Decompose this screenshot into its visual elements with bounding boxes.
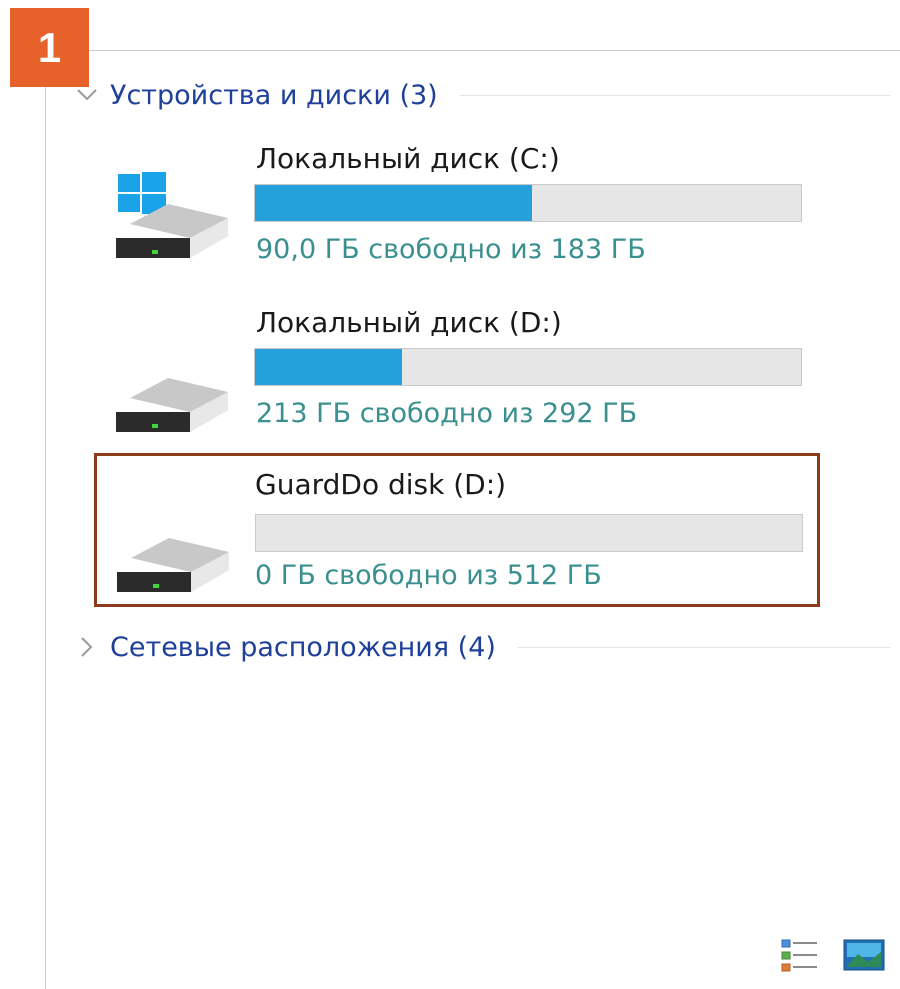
drive-item-d[interactable]: Локальный диск (D:) 213 ГБ свободно из 2…: [100, 302, 814, 452]
drive-usage-fill: [255, 185, 533, 221]
drive-free-space: 0 ГБ свободно из 512 ГБ: [255, 560, 602, 591]
group-header-network[interactable]: Сетевые расположения (4): [72, 627, 890, 667]
chevron-down-icon[interactable]: [72, 80, 102, 110]
drive-free-space: 90,0 ГБ свободно из 183 ГБ: [256, 234, 646, 265]
group-divider: [517, 646, 890, 648]
drive-item-c[interactable]: Локальный диск (C:) 90,0 ГБ свободно из …: [100, 138, 814, 288]
chevron-right-icon[interactable]: [72, 632, 102, 662]
group-divider: [459, 94, 890, 96]
drive-name: Локальный диск (D:): [256, 306, 562, 339]
drive-name: GuardDo disk (D:): [255, 468, 507, 501]
hard-drive-icon: [117, 538, 229, 592]
drive-item-guarddo[interactable]: GuardDo disk (D:) 0 ГБ свободно из 512 Г…: [94, 453, 820, 607]
windows-system-drive-icon: [116, 172, 228, 258]
drive-free-space: 213 ГБ свободно из 292 ГБ: [256, 398, 638, 429]
window-top-border: [45, 50, 900, 51]
drive-name: Локальный диск (C:): [256, 142, 560, 175]
drive-usage-fill: [255, 349, 403, 385]
hard-drive-icon: [116, 378, 228, 432]
details-view-icon[interactable]: [778, 936, 822, 976]
drive-usage-bar: [254, 184, 802, 222]
drive-usage-bar: [254, 348, 802, 386]
group-title-network: Сетевые расположения (4): [110, 631, 496, 663]
tiles-view-icon[interactable]: [842, 936, 886, 976]
group-title-devices: Устройства и диски (3): [110, 79, 438, 111]
drive-usage-bar: [255, 514, 803, 552]
window-left-border: [45, 50, 46, 989]
group-header-devices[interactable]: Устройства и диски (3): [72, 75, 890, 115]
